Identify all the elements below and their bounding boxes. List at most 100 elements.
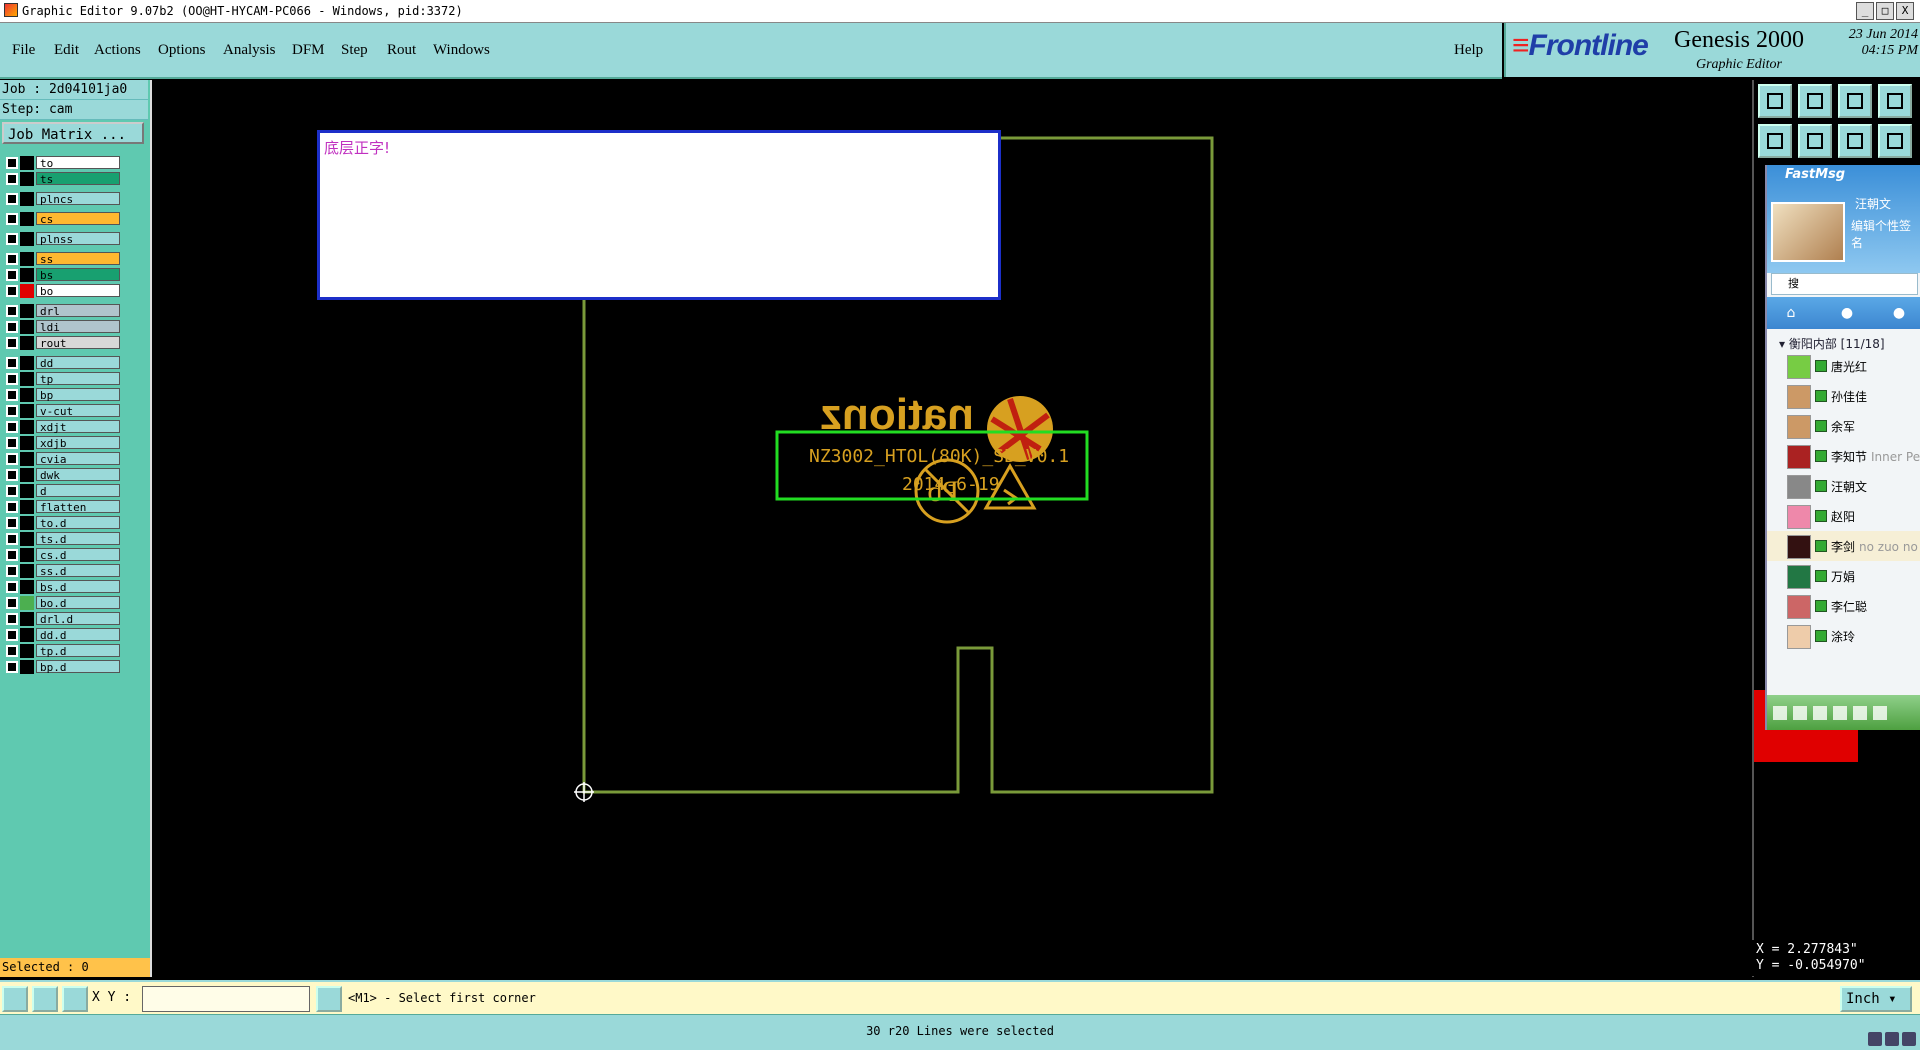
pan-right-icon[interactable] <box>1798 124 1832 158</box>
layer-checkbox[interactable] <box>6 405 18 417</box>
avatar[interactable] <box>1771 202 1845 262</box>
layer-name[interactable]: plncs <box>36 192 120 206</box>
layer-checkbox[interactable] <box>6 421 18 433</box>
layer-checkbox[interactable] <box>6 613 18 625</box>
layer-row-ss[interactable]: ss <box>2 252 120 266</box>
layer-row-ldi[interactable]: ldi <box>2 320 120 334</box>
layer-name[interactable]: bo.d <box>36 596 120 610</box>
fastmsg-window[interactable]: FastMsg 汪朝文 编辑个性签名 搜 ⌂ ● ● ▾ 衡阳内部 [11/18… <box>1765 165 1920 730</box>
fastmsg-user[interactable]: 汪朝文 <box>1855 195 1891 212</box>
menu-options[interactable]: Options <box>158 42 206 59</box>
contact-item[interactable]: 李知节 Inner Pe <box>1767 441 1920 471</box>
layer-name[interactable]: tp.d <box>36 644 120 658</box>
layer-checkbox[interactable] <box>6 661 18 673</box>
layer-row-bo-d[interactable]: bo.d <box>2 596 120 610</box>
menu-edit[interactable]: Edit <box>54 42 79 59</box>
layer-checkbox[interactable] <box>6 517 18 529</box>
contact-item[interactable]: 万娟 <box>1767 561 1920 591</box>
layer-color-swatch[interactable] <box>20 644 34 658</box>
layer-row-bs-d[interactable]: bs.d <box>2 580 120 594</box>
layer-checkbox[interactable] <box>6 285 18 297</box>
layer-checkbox[interactable] <box>6 193 18 205</box>
layer-checkbox[interactable] <box>6 157 18 169</box>
layer-name[interactable]: bp.d <box>36 660 120 674</box>
tray-icon[interactable] <box>1902 1032 1916 1046</box>
layer-color-swatch[interactable] <box>20 252 34 266</box>
layer-color-swatch[interactable] <box>20 580 34 594</box>
group-icon[interactable]: ● <box>1889 305 1909 321</box>
job-matrix-button[interactable]: Job Matrix ... <box>2 122 144 144</box>
menu-analysis[interactable]: Analysis <box>223 42 276 59</box>
layer-color-swatch[interactable] <box>20 336 34 350</box>
layer-checkbox[interactable] <box>6 597 18 609</box>
layer-name[interactable]: dwk <box>36 468 120 482</box>
layer-name[interactable]: drl <box>36 304 120 318</box>
layer-row-ss-d[interactable]: ss.d <box>2 564 120 578</box>
layer-checkbox[interactable] <box>6 565 18 577</box>
layer-color-swatch[interactable] <box>20 320 34 334</box>
layer-name[interactable]: tp <box>36 372 120 386</box>
layer-color-swatch[interactable] <box>20 516 34 530</box>
measure-icon[interactable] <box>32 986 58 1012</box>
layer-checkbox[interactable] <box>6 253 18 265</box>
layer-row-bp[interactable]: bp <box>2 388 120 402</box>
layer-row-cs-d[interactable]: cs.d <box>2 548 120 562</box>
layer-color-swatch[interactable] <box>20 156 34 170</box>
layer-color-swatch[interactable] <box>20 628 34 642</box>
layer-row-cvia[interactable]: cvia <box>2 452 120 466</box>
layer-name[interactable]: flatten <box>36 500 120 514</box>
layer-checkbox[interactable] <box>6 629 18 641</box>
layer-row-plnss[interactable]: plnss <box>2 232 120 246</box>
redraw-icon[interactable] <box>1838 124 1872 158</box>
layer-row-bp-d[interactable]: bp.d <box>2 660 120 674</box>
close-button[interactable]: X <box>1896 2 1914 20</box>
layer-color-swatch[interactable] <box>20 284 34 298</box>
layer-name[interactable]: dd.d <box>36 628 120 642</box>
layer-row-plncs[interactable]: plncs <box>2 192 120 206</box>
tray-icon[interactable] <box>1868 1032 1882 1046</box>
fastmsg-search-input[interactable]: 搜 <box>1771 273 1918 295</box>
layer-checkbox[interactable] <box>6 549 18 561</box>
layer-name[interactable]: bp <box>36 388 120 402</box>
layer-row-drl-d[interactable]: drl.d <box>2 612 120 626</box>
app-icon[interactable] <box>1813 706 1827 720</box>
layer-row-v-cut[interactable]: v-cut <box>2 404 120 418</box>
layer-checkbox[interactable] <box>6 173 18 185</box>
layer-color-swatch[interactable] <box>20 564 34 578</box>
layer-row-flatten[interactable]: flatten <box>2 500 120 514</box>
contact-item[interactable]: 李仁聪 <box>1767 591 1920 621</box>
layer-name[interactable]: v-cut <box>36 404 120 418</box>
layer-checkbox[interactable] <box>6 437 18 449</box>
layer-color-swatch[interactable] <box>20 612 34 626</box>
layer-row-to-d[interactable]: to.d <box>2 516 120 530</box>
layer-name[interactable]: ss.d <box>36 564 120 578</box>
menu-step[interactable]: Step <box>341 42 368 59</box>
layer-name[interactable]: to <box>36 156 120 170</box>
layer-name[interactable]: bs <box>36 268 120 282</box>
layer-checkbox[interactable] <box>6 469 18 481</box>
maximize-button[interactable]: □ <box>1876 2 1894 20</box>
layer-row-bs[interactable]: bs <box>2 268 120 282</box>
layer-checkbox[interactable] <box>6 389 18 401</box>
contact-item[interactable]: 涂玲 <box>1767 621 1920 651</box>
units-select[interactable]: Inch ▾ <box>1840 986 1912 1012</box>
layer-color-swatch[interactable] <box>20 436 34 450</box>
layer-name[interactable]: bs.d <box>36 580 120 594</box>
home-icon[interactable]: ⌂ <box>1781 305 1801 321</box>
layer-checkbox[interactable] <box>6 645 18 657</box>
layer-name[interactable]: drl.d <box>36 612 120 626</box>
layer-row-bo[interactable]: bo <box>2 284 120 298</box>
sound-icon[interactable] <box>1833 706 1847 720</box>
layer-row-dd-d[interactable]: dd.d <box>2 628 120 642</box>
zoom-in-icon[interactable] <box>1798 84 1832 118</box>
layer-color-swatch[interactable] <box>20 172 34 186</box>
menu-rout[interactable]: Rout <box>387 42 416 59</box>
menu-windows[interactable]: Windows <box>433 42 490 59</box>
layer-color-swatch[interactable] <box>20 548 34 562</box>
layer-row-d[interactable]: d <box>2 484 120 498</box>
search-icon[interactable] <box>1873 706 1887 720</box>
layer-checkbox[interactable] <box>6 453 18 465</box>
layer-color-swatch[interactable] <box>20 232 34 246</box>
layer-color-swatch[interactable] <box>20 404 34 418</box>
layer-color-swatch[interactable] <box>20 192 34 206</box>
